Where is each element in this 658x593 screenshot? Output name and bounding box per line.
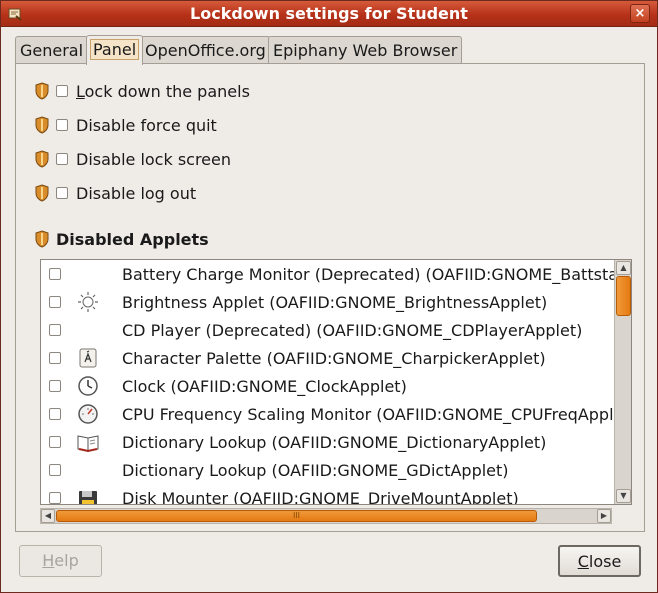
disabled-applets-title: Disabled Applets bbox=[56, 229, 209, 249]
floppy-disk-icon bbox=[79, 491, 97, 504]
tab-openoffice[interactable]: OpenOffice.org bbox=[140, 36, 271, 64]
help-button-mnemonic: H bbox=[42, 551, 55, 570]
help-button-label: elp bbox=[54, 551, 79, 570]
applet-label: Disk Mounter (OAFIID:GNOME_DriveMountApp… bbox=[122, 488, 519, 505]
tab-epiphany-label: Epiphany Web Browser bbox=[273, 41, 458, 60]
title-bar[interactable]: Lockdown settings for Student × bbox=[1, 1, 657, 27]
vertical-scroll-thumb[interactable] bbox=[616, 276, 631, 316]
lockdown-settings-window: Lockdown settings for Student × General … bbox=[0, 0, 658, 593]
list-item[interactable]: Battery Charge Monitor (Deprecated) (OAF… bbox=[41, 260, 614, 288]
applet-label: Dictionary Lookup (OAFIID:GNOME_GDictApp… bbox=[122, 460, 509, 480]
brightness-icon bbox=[78, 292, 98, 312]
disabled-applets-header: Disabled Applets bbox=[34, 228, 209, 250]
applet-label: Dictionary Lookup (OAFIID:GNOME_Dictiona… bbox=[122, 432, 547, 452]
applets-horizontal-scrollbar[interactable]: ◀ III ▶ bbox=[40, 508, 612, 524]
applet-label: CD Player (Deprecated) (OAFIID:GNOME_CDP… bbox=[122, 320, 583, 340]
applet-checkbox[interactable] bbox=[49, 436, 61, 448]
close-button-label: lose bbox=[588, 552, 622, 571]
list-item[interactable]: Brightness Applet (OAFIID:GNOME_Brightne… bbox=[41, 288, 614, 316]
scroll-left-arrow-icon[interactable]: ◀ bbox=[41, 509, 55, 523]
lock-shield-icon bbox=[35, 230, 49, 248]
list-item[interactable]: Dictionary Lookup (OAFIID:GNOME_GDictApp… bbox=[41, 456, 614, 484]
applet-checkbox[interactable] bbox=[49, 464, 61, 476]
close-button[interactable]: Close bbox=[558, 545, 641, 577]
close-button-mnemonic: C bbox=[577, 552, 589, 571]
dictionary-icon bbox=[77, 435, 99, 453]
tab-panel[interactable]: Panel bbox=[86, 35, 144, 65]
option-lock-panels[interactable]: Lock down the panels bbox=[34, 80, 250, 102]
applet-label: Character Palette (OAFIID:GNOME_Charpick… bbox=[122, 348, 546, 368]
lock-panels-label: Lock down the panels bbox=[76, 81, 250, 101]
applets-list-frame: Battery Charge Monitor (Deprecated) (OAF… bbox=[40, 259, 632, 505]
applet-checkbox[interactable] bbox=[49, 380, 61, 392]
applet-checkbox[interactable] bbox=[49, 492, 61, 504]
option-disable-lock-screen[interactable]: Disable lock screen bbox=[34, 148, 231, 170]
disable-lock-screen-label: Disable lock screen bbox=[76, 149, 232, 169]
disable-log-out-label: Disable log out bbox=[76, 183, 197, 203]
list-item[interactable]: Disk Mounter (OAFIID:GNOME_DriveMountApp… bbox=[41, 484, 614, 504]
applet-label: CPU Frequency Scaling Monitor (OAFIID:GN… bbox=[122, 404, 614, 424]
lock-shield-icon bbox=[35, 150, 49, 168]
disable-lock-screen-checkbox[interactable] bbox=[56, 153, 68, 165]
applets-vertical-scrollbar[interactable]: ▲ ▼ bbox=[614, 260, 631, 504]
applets-list[interactable]: Battery Charge Monitor (Deprecated) (OAF… bbox=[41, 260, 614, 504]
list-item[interactable]: Dictionary Lookup (OAFIID:GNOME_Dictiona… bbox=[41, 428, 614, 456]
tab-panel-label: Panel bbox=[89, 39, 140, 60]
lock-panels-checkbox[interactable] bbox=[56, 85, 68, 97]
applet-checkbox[interactable] bbox=[49, 296, 61, 308]
lock-shield-icon bbox=[35, 82, 49, 100]
tab-general-label: General bbox=[20, 41, 84, 60]
list-item[interactable]: CPU Frequency Scaling Monitor (OAFIID:GN… bbox=[41, 400, 614, 428]
list-item[interactable]: CD Player (Deprecated) (OAFIID:GNOME_CDP… bbox=[41, 316, 614, 344]
list-item[interactable]: Clock (OAFIID:GNOME_ClockApplet) bbox=[41, 372, 614, 400]
window-title: Lockdown settings for Student bbox=[190, 4, 468, 23]
window-close-button[interactable]: × bbox=[630, 4, 650, 23]
tab-general[interactable]: General bbox=[15, 36, 89, 64]
cpu-frequency-icon bbox=[78, 404, 98, 424]
character-palette-icon bbox=[79, 348, 97, 368]
applet-label: Battery Charge Monitor (Deprecated) (OAF… bbox=[122, 264, 614, 284]
clock-icon bbox=[78, 376, 98, 396]
scroll-up-arrow-icon[interactable]: ▲ bbox=[616, 261, 631, 275]
scroll-right-arrow-icon[interactable]: ▶ bbox=[597, 509, 611, 523]
disable-force-quit-checkbox[interactable] bbox=[56, 119, 68, 131]
lock-shield-icon bbox=[35, 116, 49, 134]
applet-checkbox[interactable] bbox=[49, 324, 61, 336]
lock-shield-icon bbox=[35, 184, 49, 202]
horizontal-scroll-thumb[interactable]: III bbox=[56, 510, 537, 522]
list-item[interactable]: Character Palette (OAFIID:GNOME_Charpick… bbox=[41, 344, 614, 372]
panel-tab-page: Lock down the panels Disable force quit … bbox=[15, 63, 645, 532]
close-icon: × bbox=[634, 6, 646, 21]
applet-checkbox[interactable] bbox=[49, 352, 61, 364]
option-disable-log-out[interactable]: Disable log out bbox=[34, 182, 196, 204]
applet-label: Brightness Applet (OAFIID:GNOME_Brightne… bbox=[122, 292, 548, 312]
applet-label: Clock (OAFIID:GNOME_ClockApplet) bbox=[122, 376, 407, 396]
applet-checkbox[interactable] bbox=[49, 268, 61, 280]
disable-log-out-checkbox[interactable] bbox=[56, 187, 68, 199]
disable-force-quit-label: Disable force quit bbox=[76, 115, 217, 135]
option-disable-force-quit[interactable]: Disable force quit bbox=[34, 114, 217, 136]
applet-checkbox[interactable] bbox=[49, 408, 61, 420]
tab-epiphany[interactable]: Epiphany Web Browser bbox=[268, 36, 463, 64]
tab-openoffice-label: OpenOffice.org bbox=[145, 41, 266, 60]
scroll-down-arrow-icon[interactable]: ▼ bbox=[616, 489, 631, 503]
help-button[interactable]: Help bbox=[19, 545, 102, 577]
